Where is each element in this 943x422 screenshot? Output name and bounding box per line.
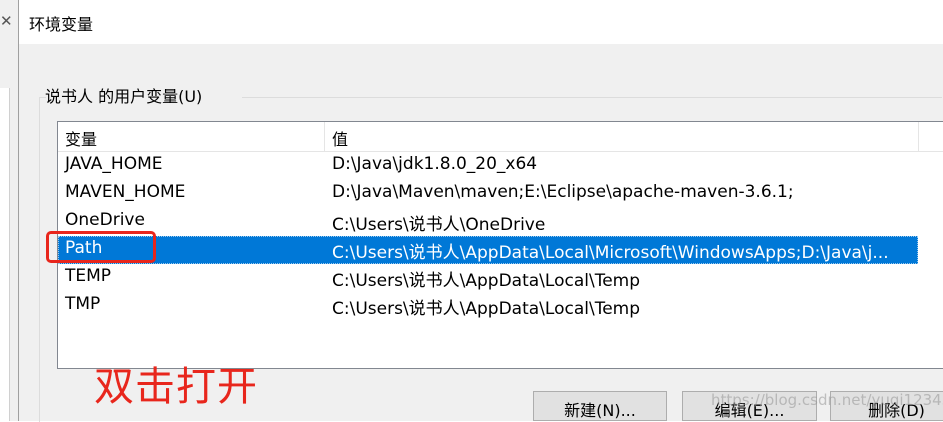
list-item[interactable]: TEMP C:\Users\说书人\AppData\Local\Temp (58, 264, 918, 292)
variable-value: D:\Java\jdk1.8.0_20_x64 (332, 154, 538, 174)
user-variables-list[interactable]: 变量 值 JAVA_HOME D:\Java\jdk1.8.0_20_x64 M… (57, 121, 943, 369)
close-icon[interactable]: ✕ (0, 12, 13, 30)
title-bar: 环境变量 (19, 0, 943, 44)
list-item[interactable]: JAVA_HOME D:\Java\jdk1.8.0_20_x64 (58, 152, 918, 180)
variable-name: MAVEN_HOME (65, 182, 186, 202)
background-scrollbar[interactable] (0, 88, 10, 421)
variable-name: OneDrive (65, 210, 145, 230)
group-border-left (39, 97, 46, 422)
list-item-selected[interactable]: Path C:\Users\说书人\AppData\Local\Microsof… (58, 236, 918, 264)
list-item[interactable]: MAVEN_HOME D:\Java\Maven\maven;E:\Eclips… (58, 180, 918, 208)
group-border (242, 97, 942, 98)
dialog-title: 环境变量 (29, 15, 94, 34)
column-header-variable[interactable]: 变量 (65, 126, 97, 150)
list-item[interactable]: OneDrive C:\Users\说书人\OneDrive (58, 208, 918, 236)
variable-value: C:\Users\说书人\AppData\Local\Temp (332, 299, 641, 319)
background-window: ✕ (0, 0, 19, 421)
list-header: 变量 值 (58, 122, 943, 152)
variable-value: C:\Users\说书人\OneDrive (332, 215, 546, 235)
variable-value: C:\Users\说书人\AppData\Local\Microsoft\Win… (332, 243, 889, 263)
watermark: https://blog.csdn.net/yuqi123431480 (711, 391, 943, 409)
new-button[interactable]: 新建(N)... (533, 391, 667, 421)
column-separator[interactable] (918, 122, 919, 151)
column-header-value[interactable]: 值 (332, 126, 348, 150)
variable-value: C:\Users\说书人\AppData\Local\Temp (332, 271, 641, 291)
user-variables-group-label: 说书人 的用户变量(U) (45, 87, 203, 106)
variable-name: TMP (65, 294, 101, 314)
list-item[interactable]: TMP C:\Users\说书人\AppData\Local\Temp (58, 292, 918, 320)
variable-name: JAVA_HOME (65, 154, 163, 174)
variable-value: D:\Java\Maven\maven;E:\Eclipse\apache-ma… (332, 182, 794, 202)
variable-name: TEMP (65, 266, 112, 286)
annotation-text: 双击打开 (94, 364, 258, 410)
path-highlight-box (46, 231, 156, 263)
column-separator[interactable] (324, 122, 325, 151)
